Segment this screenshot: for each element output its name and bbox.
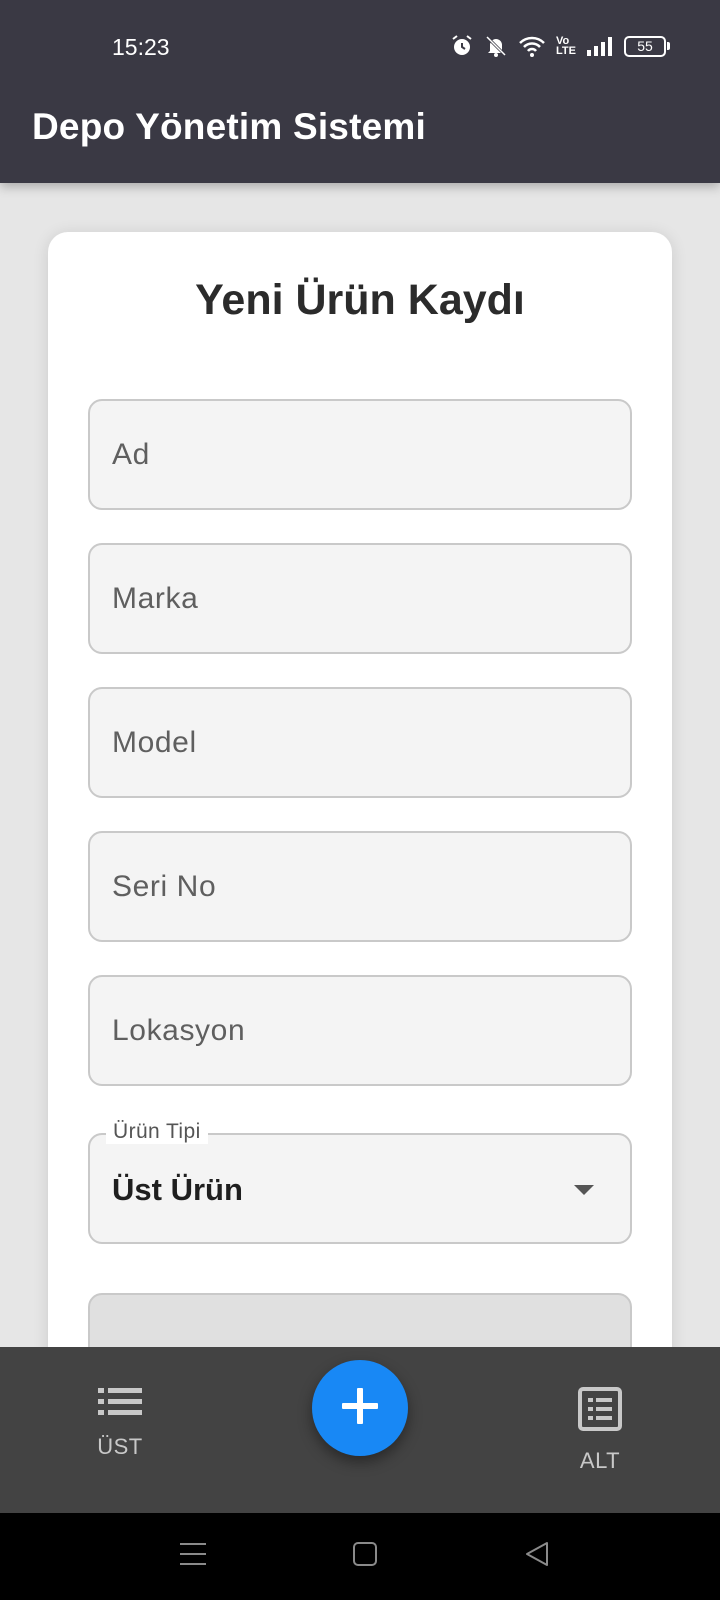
nav-ust-label: ÜST (97, 1434, 143, 1459)
seri-no-input[interactable] (90, 833, 630, 940)
model-field[interactable] (88, 687, 632, 798)
list-box-icon (578, 1387, 622, 1435)
lokasyon-field[interactable] (88, 975, 632, 1086)
form-title: Yeni Ürün Kaydı (195, 276, 525, 324)
volte-icon: Vo LTE (556, 36, 576, 57)
urun-tipi-label: Ürün Tipi (106, 1120, 208, 1144)
status-icons: Vo LTE 55 (450, 34, 670, 58)
volte-bottom: LTE (556, 45, 576, 57)
product-form-card: Yeni Ürün Kaydı Ürün Tipi Üst Ürün (48, 232, 672, 1432)
app-header: 15:23 Vo LTE 55 Depo Yönetim Sistemi (0, 0, 720, 183)
marka-field[interactable] (88, 543, 632, 654)
muted-bell-icon (484, 34, 508, 58)
battery-icon: 55 (624, 35, 670, 57)
nav-ust-button[interactable]: ÜST (60, 1387, 180, 1460)
urun-tipi-value: Üst Ürün (112, 1172, 243, 1207)
nav-alt-button[interactable]: ALT (540, 1387, 660, 1474)
ad-field[interactable] (88, 399, 632, 510)
home-icon[interactable] (352, 1541, 378, 1572)
alarm-icon (450, 34, 474, 58)
add-product-fab[interactable] (312, 1360, 408, 1456)
plus-icon (340, 1386, 380, 1431)
app-title: Depo Yönetim Sistemi (32, 106, 426, 147)
marka-input[interactable] (90, 545, 630, 652)
list-icon (98, 1388, 142, 1421)
system-navigation (0, 1513, 720, 1600)
seri-no-field[interactable] (88, 831, 632, 942)
dropdown-arrow-icon (574, 1185, 594, 1195)
wifi-icon (518, 34, 546, 58)
ad-input[interactable] (90, 401, 630, 508)
status-time: 15:23 (112, 34, 170, 60)
back-icon[interactable] (524, 1541, 550, 1572)
lokasyon-input[interactable] (90, 977, 630, 1084)
signal-icon (586, 35, 614, 57)
nav-alt-label: ALT (579, 1448, 621, 1473)
battery-level: 55 (624, 35, 666, 57)
menu-icon[interactable] (179, 1541, 207, 1572)
urun-tipi-dropdown[interactable]: Ürün Tipi Üst Ürün (88, 1120, 632, 1244)
model-input[interactable] (90, 689, 630, 796)
